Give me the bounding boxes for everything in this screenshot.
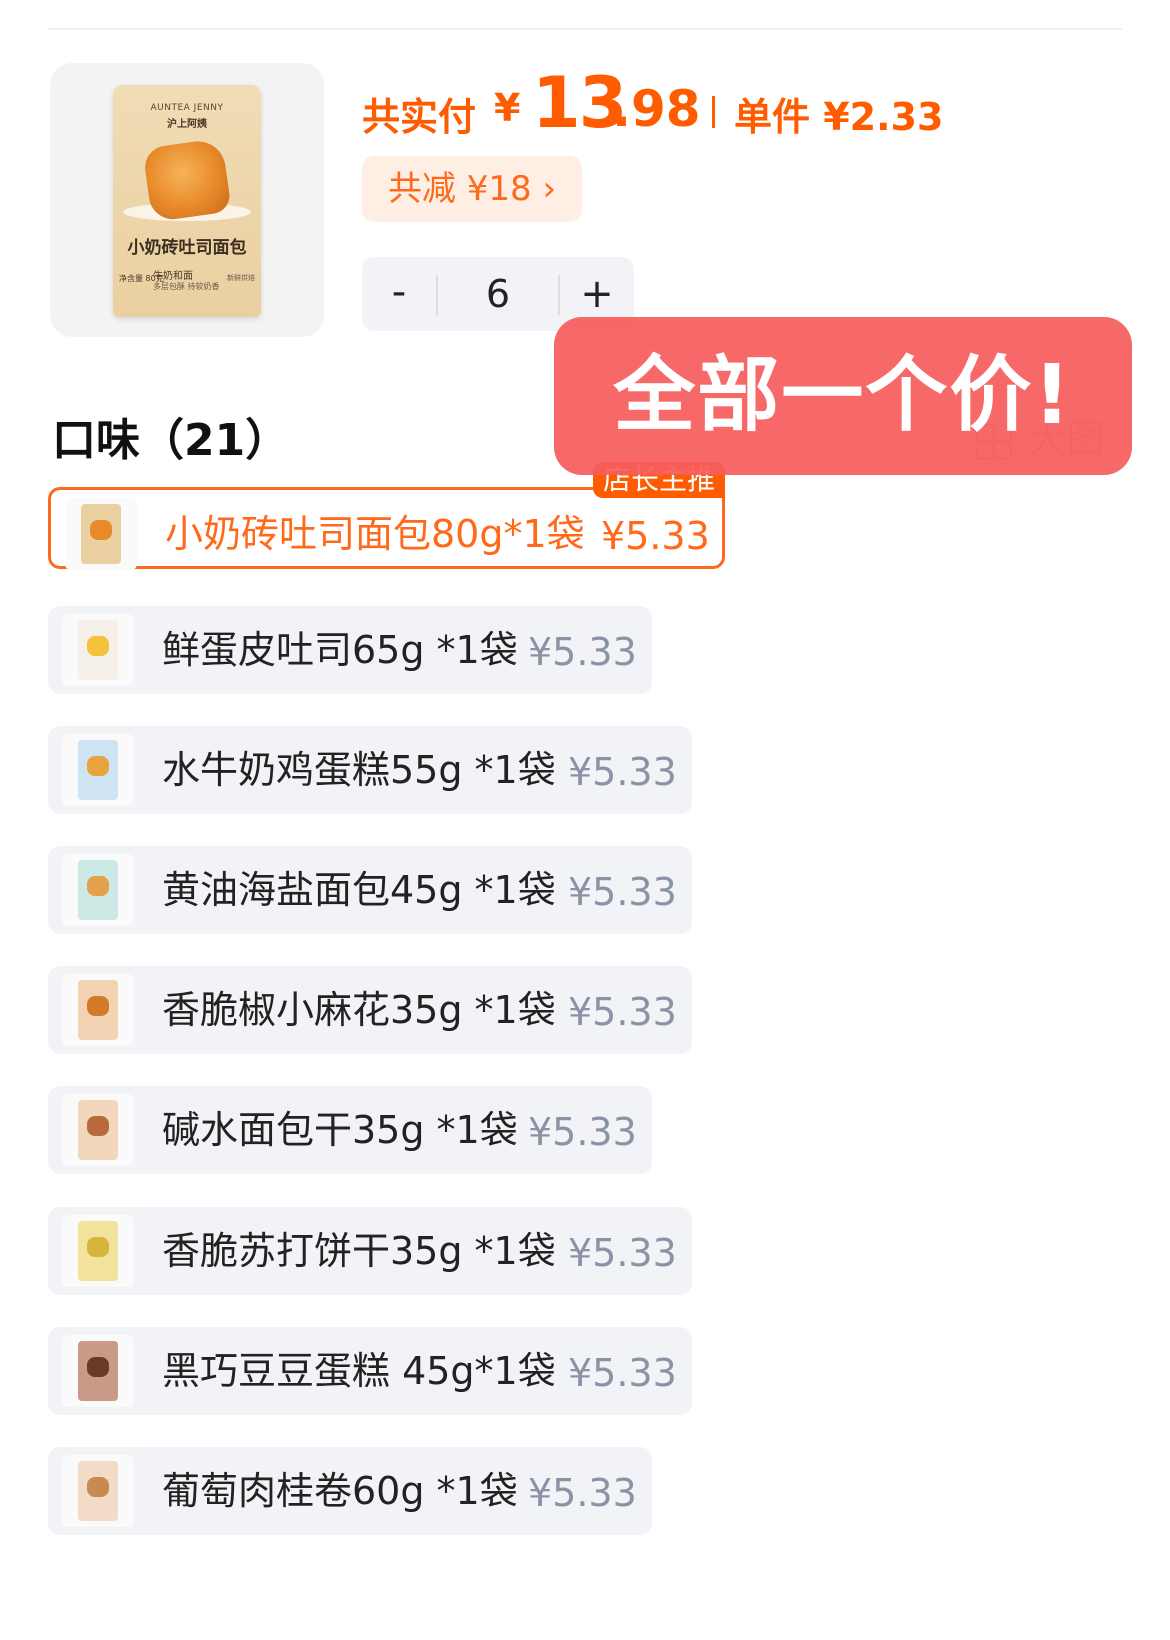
package-bread-image [142, 137, 232, 223]
unit-price: 单件 ¥2.33 [734, 95, 944, 139]
quantity-value[interactable]: 6 [438, 257, 558, 331]
flavor-package-image [78, 1461, 118, 1521]
package-brand-cn: 沪上阿姨 [167, 119, 207, 130]
package-brand-en: AUNTEA JENNY [150, 103, 224, 113]
flavor-thumbnail [62, 1335, 134, 1407]
flavor-package-image [78, 620, 118, 680]
flavor-option-label: 香脆椒小麻花35g *1袋 [162, 988, 556, 1032]
flavor-option-price: ¥5.33 [568, 750, 677, 794]
flavor-option-price: ¥5.33 [568, 1231, 677, 1275]
flavor-thumbnail [62, 1455, 134, 1527]
flavor-option-label: 葡萄肉桂卷60g *1袋 [162, 1469, 518, 1513]
flavor-option-label: 水牛奶鸡蛋糕55g *1袋 [162, 748, 556, 792]
flavor-package-image [81, 504, 121, 564]
total-paid-label: 共实付 [362, 95, 477, 139]
flavor-option[interactable]: 葡萄肉桂卷60g *1袋 ¥5.33 [48, 1447, 652, 1535]
flavor-option-price: ¥5.33 [528, 1110, 637, 1154]
flavor-option[interactable]: 香脆椒小麻花35g *1袋 ¥5.33 [48, 966, 692, 1054]
flavor-package-image [78, 980, 118, 1040]
flavor-option-price: ¥5.33 [568, 870, 677, 914]
price-divider [712, 96, 715, 128]
total-price-decimal: .98 [612, 80, 701, 138]
top-divider [48, 28, 1122, 30]
package-right-label: 新鲜烘焙 [227, 274, 255, 282]
package-subtitle: 牛奶和面 [153, 271, 193, 282]
flavor-option[interactable]: 鲜蛋皮吐司65g *1袋 ¥5.33 [48, 606, 652, 694]
flavor-option-label: 小奶砖吐司面包80g*1袋 [165, 512, 585, 556]
flavor-option-price: ¥5.33 [568, 1351, 677, 1395]
flavor-thumbnail [62, 854, 134, 926]
flavor-option-label: 鲜蛋皮吐司65g *1袋 [162, 628, 518, 672]
package-product-name: 小奶砖吐司面包 [127, 238, 247, 258]
flavor-thumbnail [62, 974, 134, 1046]
flavor-option[interactable]: 黄油海盐面包45g *1袋 ¥5.33 [48, 846, 692, 934]
currency-symbol: ¥ [494, 86, 521, 130]
flavor-thumbnail [62, 1094, 134, 1166]
decrease-button[interactable]: - [362, 257, 436, 331]
flavor-option-price: ¥5.33 [568, 990, 677, 1034]
flavor-option[interactable]: 黑巧豆豆蛋糕 45g*1袋 ¥5.33 [48, 1327, 692, 1415]
flavor-option-label: 碱水面包干35g *1袋 [162, 1108, 518, 1152]
flavor-thumbnail [62, 1215, 134, 1287]
flavor-option-price: ¥5.33 [528, 1471, 637, 1515]
flavor-option-label: 黄油海盐面包45g *1袋 [162, 868, 556, 912]
flavor-package-image [78, 1100, 118, 1160]
flavor-thumbnail [62, 734, 134, 806]
flavor-package-image [78, 740, 118, 800]
flavor-section-title: 口味（21） [52, 415, 290, 466]
flavor-package-image [78, 860, 118, 920]
discount-badge[interactable]: 共减 ¥18 › [362, 156, 582, 222]
flavor-package-image [78, 1341, 118, 1401]
flavor-option[interactable]: 碱水面包干35g *1袋 ¥5.33 [48, 1086, 652, 1174]
flavor-option-label: 香脆苏打饼干35g *1袋 [162, 1229, 556, 1273]
flavor-option-label: 黑巧豆豆蛋糕 45g*1袋 [162, 1349, 556, 1393]
package-subtitle-2: 多层包酥 持软奶香 [153, 282, 220, 291]
flavor-package-image [78, 1221, 118, 1281]
product-package: AUNTEA JENNY 沪上阿姨 小奶砖吐司面包 净含量 80克 牛奶和面 多… [113, 85, 261, 317]
promo-banner: 全部一个价! [554, 317, 1132, 475]
flavor-thumbnail [65, 498, 137, 570]
flavor-option-price: ¥5.33 [601, 514, 710, 558]
flavor-option[interactable]: 小奶砖吐司面包80g*1袋 ¥5.33 店长主推 [48, 462, 725, 570]
product-image[interactable]: AUNTEA JENNY 沪上阿姨 小奶砖吐司面包 净含量 80克 牛奶和面 多… [50, 63, 324, 337]
flavor-option[interactable]: 水牛奶鸡蛋糕55g *1袋 ¥5.33 [48, 726, 692, 814]
flavor-option[interactable]: 香脆苏打饼干35g *1袋 ¥5.33 [48, 1207, 692, 1295]
flavor-thumbnail [62, 614, 134, 686]
flavor-option-price: ¥5.33 [528, 630, 637, 674]
